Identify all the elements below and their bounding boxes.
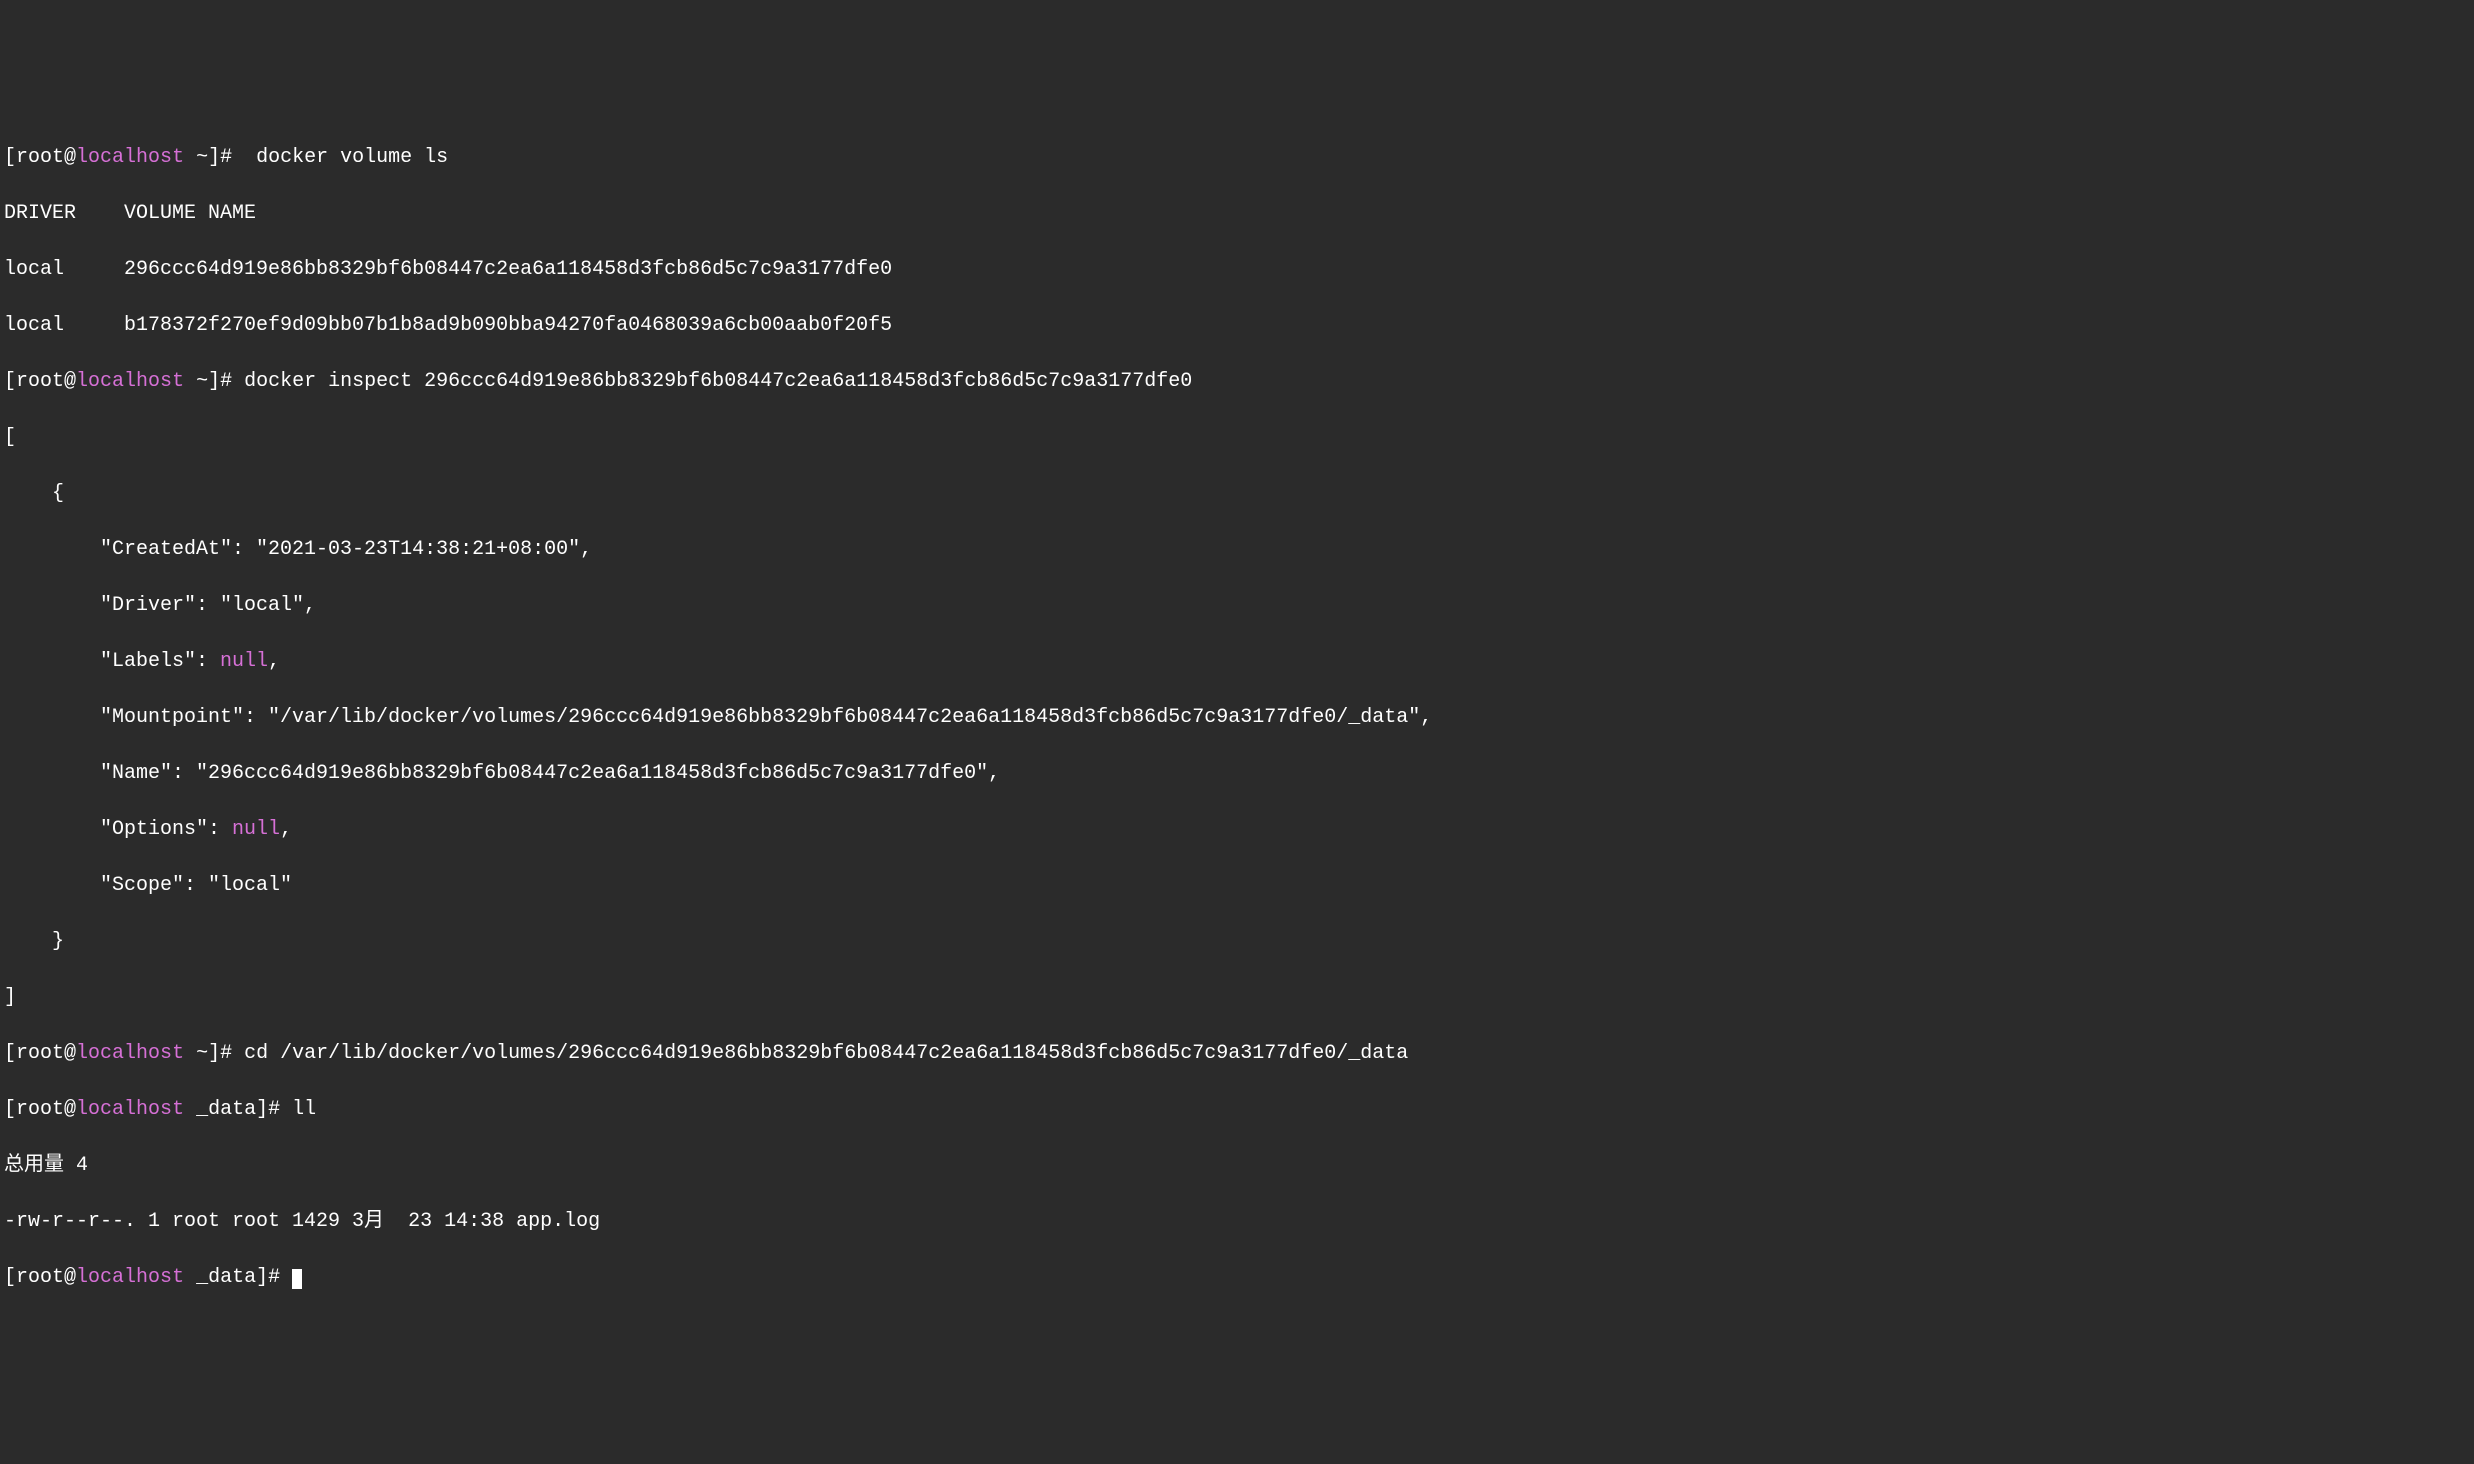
json-null: null (220, 650, 268, 673)
prompt-user: root (16, 146, 64, 169)
volume-ls-header: DRIVER VOLUME NAME (4, 200, 2470, 228)
json-close-bracket: ] (4, 984, 2470, 1012)
prompt-user: root (16, 1042, 64, 1065)
prompt-path: _data (184, 1098, 256, 1121)
ll-total: 总用量 4 (4, 1152, 2470, 1180)
prompt-open: [ (4, 1266, 16, 1289)
prompt-at: @ (64, 1098, 76, 1121)
prompt-path: ~ (184, 146, 208, 169)
json-created-at: "CreatedAt": "2021-03-23T14:38:21+08:00"… (4, 536, 2470, 564)
prompt-end: ]# (208, 370, 244, 393)
json-labels-key: "Labels": (4, 650, 220, 673)
prompt-host: localhost (76, 1098, 184, 1121)
prompt-end: ]# (208, 146, 244, 169)
prompt-line: [root@localhost _data]# ll (4, 1096, 2470, 1124)
json-mountpoint: "Mountpoint": "/var/lib/docker/volumes/2… (4, 704, 2470, 732)
prompt-line: [root@localhost _data]# (4, 1264, 2470, 1292)
json-options-key: "Options": (4, 818, 232, 841)
ll-file: -rw-r--r--. 1 root root 1429 3月 23 14:38… (4, 1208, 2470, 1236)
json-name: "Name": "296ccc64d919e86bb8329bf6b08447c… (4, 760, 2470, 788)
json-scope: "Scope": "local" (4, 872, 2470, 900)
cursor (292, 1269, 302, 1289)
prompt-open: [ (4, 146, 16, 169)
prompt-user: root (16, 370, 64, 393)
prompt-path: _data (184, 1266, 256, 1289)
prompt-at: @ (64, 146, 76, 169)
prompt-path: ~ (184, 1042, 208, 1065)
prompt-at: @ (64, 1266, 76, 1289)
prompt-open: [ (4, 1042, 16, 1065)
prompt-open: [ (4, 370, 16, 393)
prompt-end: ]# (208, 1042, 244, 1065)
json-labels-end: , (268, 650, 280, 673)
prompt-end: ]# (256, 1266, 292, 1289)
volume-ls-row: local 296ccc64d919e86bb8329bf6b08447c2ea… (4, 256, 2470, 284)
prompt-open: [ (4, 1098, 16, 1121)
prompt-line: [root@localhost ~]# cd /var/lib/docker/v… (4, 1040, 2470, 1068)
prompt-host: localhost (76, 1266, 184, 1289)
json-driver: "Driver": "local", (4, 592, 2470, 620)
command-text: ll (292, 1098, 316, 1121)
command-text: docker volume ls (244, 146, 448, 169)
prompt-at: @ (64, 370, 76, 393)
json-close-brace: } (4, 928, 2470, 956)
command-text: cd /var/lib/docker/volumes/296ccc64d919e… (244, 1042, 1408, 1065)
json-open-bracket: [ (4, 424, 2470, 452)
json-options: "Options": null, (4, 816, 2470, 844)
prompt-host: localhost (76, 1042, 184, 1065)
prompt-host: localhost (76, 370, 184, 393)
prompt-end: ]# (256, 1098, 292, 1121)
volume-ls-row: local b178372f270ef9d09bb07b1b8ad9b090bb… (4, 312, 2470, 340)
prompt-line: [root@localhost ~]# docker volume ls (4, 144, 2470, 172)
json-options-end: , (280, 818, 292, 841)
json-labels: "Labels": null, (4, 648, 2470, 676)
prompt-user: root (16, 1098, 64, 1121)
prompt-at: @ (64, 1042, 76, 1065)
json-null: null (232, 818, 280, 841)
prompt-line: [root@localhost ~]# docker inspect 296cc… (4, 368, 2470, 396)
prompt-user: root (16, 1266, 64, 1289)
command-text: docker inspect 296ccc64d919e86bb8329bf6b… (244, 370, 1192, 393)
terminal[interactable]: [root@localhost ~]# docker volume ls DRI… (4, 116, 2470, 1320)
prompt-host: localhost (76, 146, 184, 169)
prompt-path: ~ (184, 370, 208, 393)
json-open-brace: { (4, 480, 2470, 508)
